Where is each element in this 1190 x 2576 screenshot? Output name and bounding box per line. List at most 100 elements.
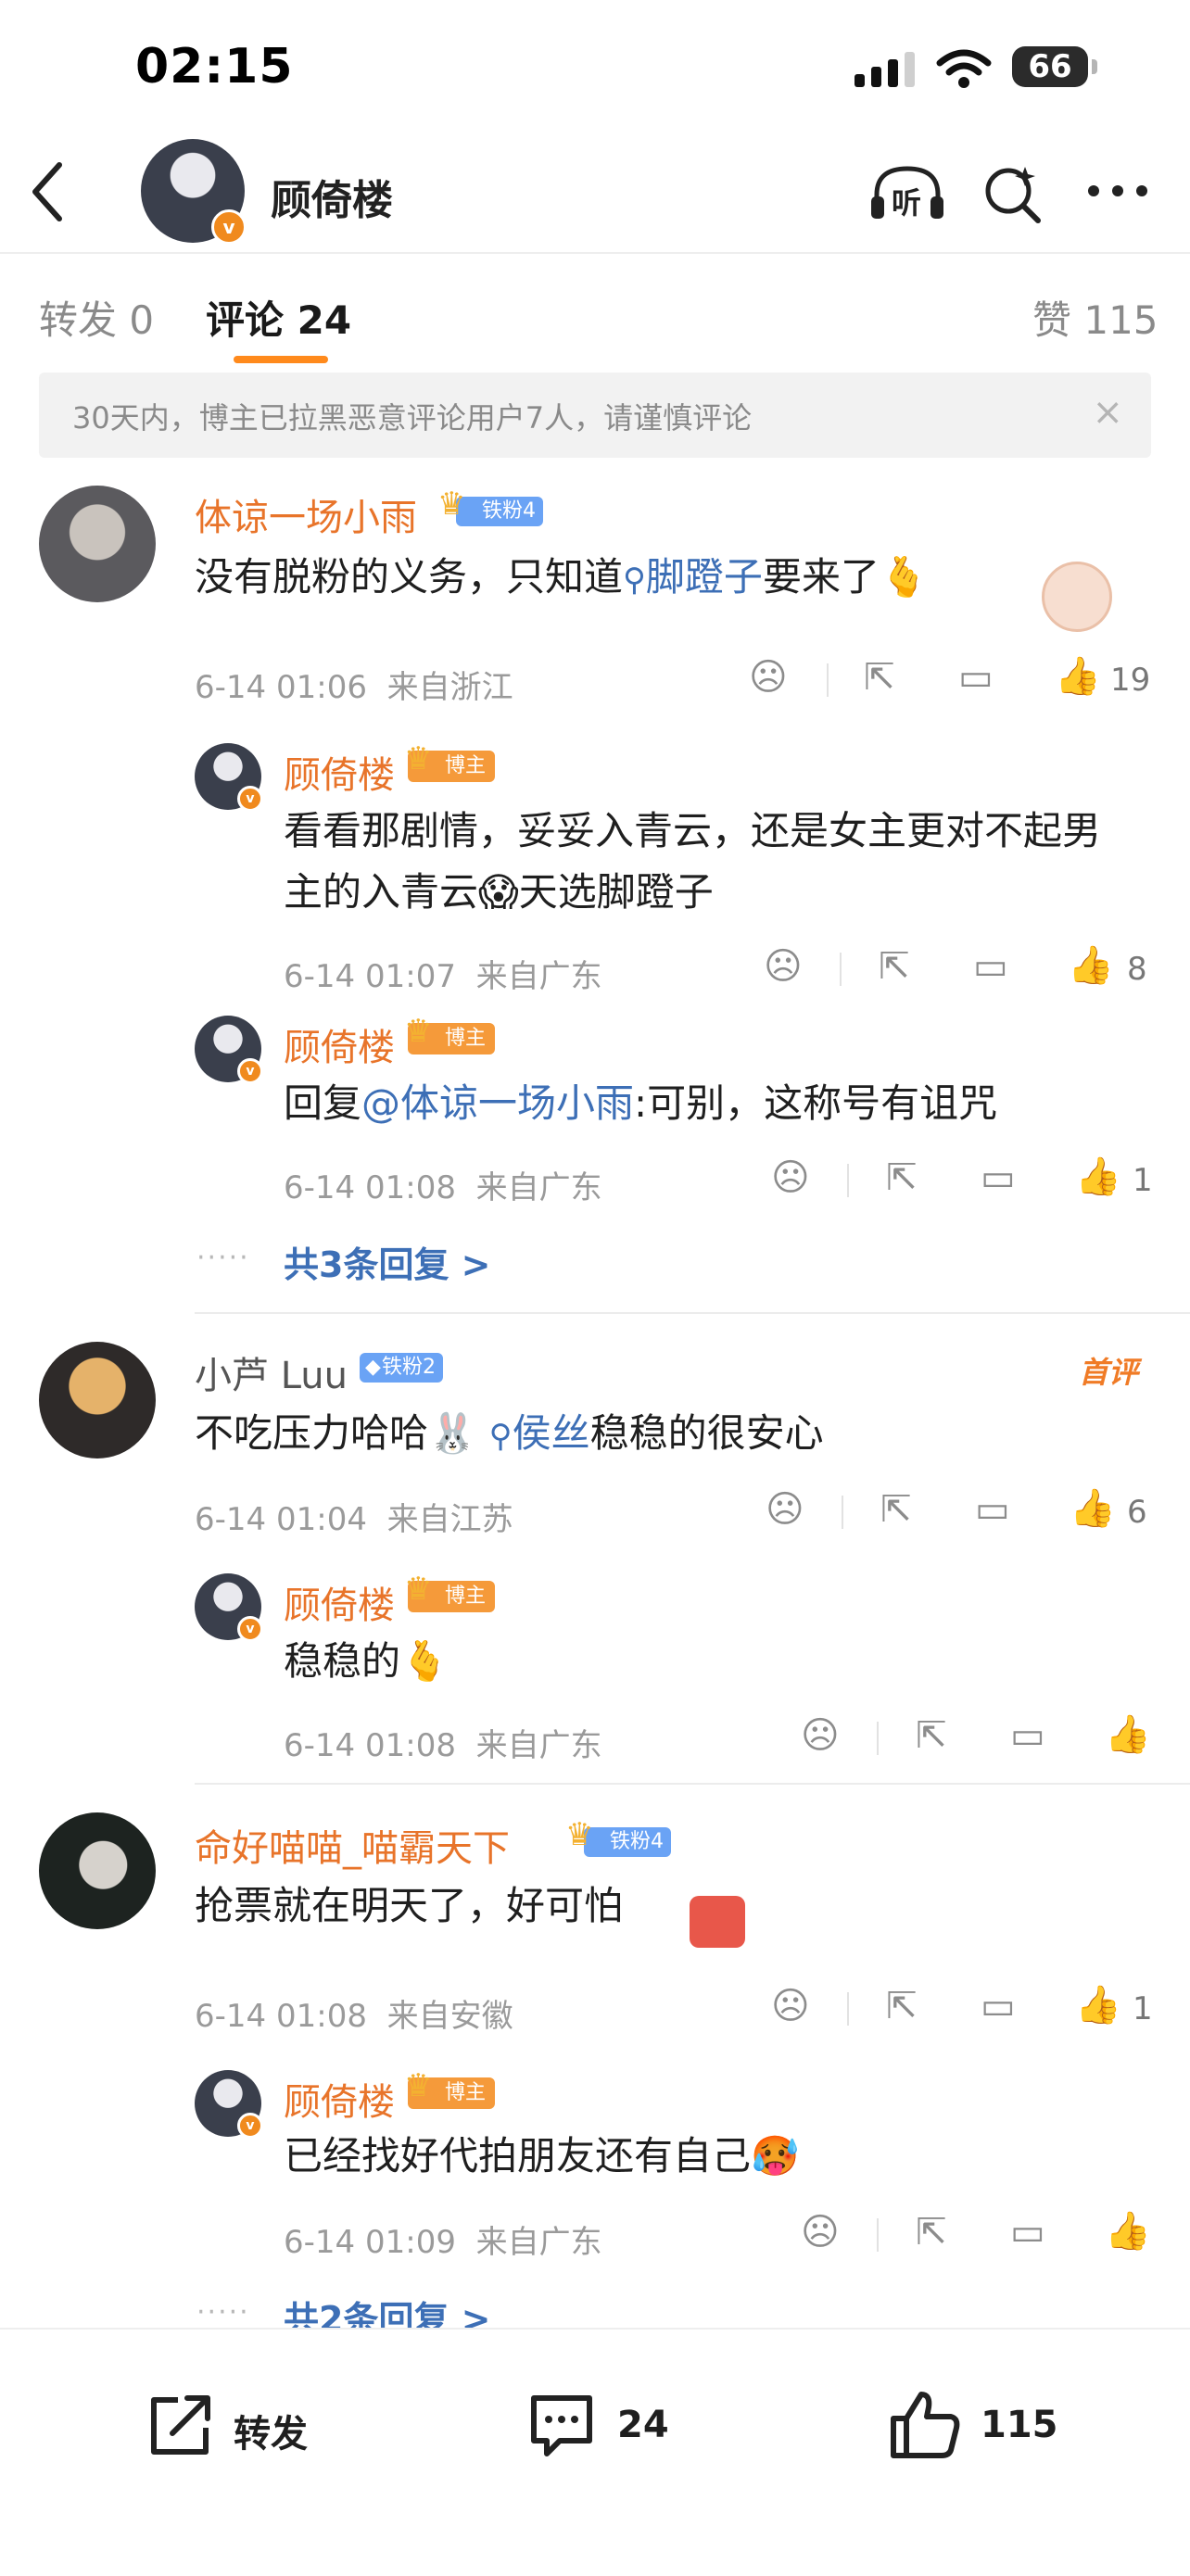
battery-tip bbox=[1092, 59, 1097, 74]
dislike-icon[interactable]: ☹ bbox=[771, 1156, 810, 1199]
status-time: 02:15 bbox=[135, 39, 294, 95]
mention-link[interactable]: @体谅一场小雨 bbox=[361, 1080, 634, 1126]
share-icon[interactable]: ⇱ bbox=[916, 1714, 947, 1757]
action-divider bbox=[842, 1496, 843, 1529]
dislike-icon[interactable]: ☹ bbox=[749, 656, 788, 699]
share-icon[interactable]: ⇱ bbox=[886, 1156, 918, 1199]
host-badge: ♛ 博主 bbox=[404, 1016, 496, 1054]
reply-icon[interactable]: ▭ bbox=[975, 1488, 1010, 1531]
dislike-icon[interactable]: ☹ bbox=[801, 2211, 840, 2254]
crown-icon: ♛ bbox=[404, 740, 433, 777]
more-icon[interactable] bbox=[1086, 182, 1149, 200]
page-title[interactable]: 顾倚楼 bbox=[271, 167, 393, 226]
share-icon[interactable]: ⇱ bbox=[916, 2211, 947, 2254]
reply-username[interactable]: 顾倚楼 bbox=[284, 2072, 395, 2126]
share-icon[interactable]: ⇱ bbox=[880, 1488, 912, 1531]
dislike-icon[interactable]: ☹ bbox=[771, 1985, 810, 2027]
avatar[interactable]: v bbox=[195, 1573, 263, 1642]
reply-username[interactable]: 顾倚楼 bbox=[284, 1575, 395, 1629]
listen-button[interactable]: 听 bbox=[869, 163, 945, 222]
like-count: 6 bbox=[1127, 1494, 1147, 1531]
dislike-icon[interactable]: ☹ bbox=[764, 945, 803, 988]
tab-repost[interactable]: 转发 0 bbox=[39, 289, 154, 346]
comment-time: 6-14 01:06 来自浙江 bbox=[195, 669, 513, 706]
avatar[interactable]: v bbox=[195, 2070, 263, 2139]
crown-icon: ♛ bbox=[404, 1571, 433, 1608]
reply-icon[interactable]: ▭ bbox=[958, 656, 994, 699]
comment-text: 没有脱粉的义务，只知道⚲脚蹬子要来了🫰 bbox=[195, 554, 929, 600]
like-count: 115 bbox=[981, 2404, 1058, 2446]
crown-icon: ♛ bbox=[404, 2067, 433, 2104]
notice-banner: 30天内，博主已拉黑恶意评论用户7人，请谨慎评论 × bbox=[39, 373, 1151, 458]
comment-text: 不吃压力哈哈🐰 ⚲侯丝稳稳的很安心 bbox=[195, 1410, 824, 1456]
like-icon[interactable]: 👍 bbox=[1055, 654, 1101, 698]
avatar[interactable] bbox=[39, 486, 156, 602]
pig-sticker-icon bbox=[1042, 562, 1112, 632]
like-button[interactable]: 115 bbox=[888, 2381, 1092, 2470]
tab-comments[interactable]: 评论 24 bbox=[206, 289, 351, 346]
comment-time: 6-14 01:04 来自江苏 bbox=[195, 1501, 513, 1538]
repost-button[interactable]: 转发 bbox=[145, 2381, 348, 2470]
comment-icon bbox=[531, 2395, 592, 2456]
reply-icon[interactable]: ▭ bbox=[981, 1985, 1016, 2027]
share-icon[interactable]: ⇱ bbox=[879, 945, 910, 988]
dislike-icon[interactable]: ☹ bbox=[766, 1488, 804, 1531]
bottom-action-bar: 转发 24 115 bbox=[0, 2328, 1190, 2576]
action-divider bbox=[877, 1722, 879, 1755]
wifi-icon bbox=[936, 49, 992, 88]
search-icon[interactable] bbox=[982, 163, 1044, 224]
notice-text: 30天内，博主已拉黑恶意评论用户7人，请谨慎评论 bbox=[72, 400, 753, 436]
reply-icon[interactable]: ▭ bbox=[981, 1156, 1016, 1199]
comment-username[interactable]: 小芦 Luu bbox=[195, 1345, 348, 1399]
share-icon[interactable]: ⇱ bbox=[864, 656, 895, 699]
crown-icon: ♛ bbox=[565, 1816, 594, 1853]
close-icon[interactable]: × bbox=[1092, 391, 1123, 434]
host-badge: ♛ 博主 bbox=[404, 1573, 496, 1612]
battery-indicator: 66 bbox=[1012, 46, 1088, 87]
like-icon[interactable]: 👍 bbox=[1068, 943, 1114, 987]
avatar[interactable] bbox=[39, 1342, 156, 1458]
like-count: 19 bbox=[1110, 662, 1151, 699]
more-replies-link[interactable]: 共3条回复 > bbox=[284, 1236, 491, 1287]
tab-likes[interactable]: 赞 115 bbox=[1032, 289, 1158, 346]
avatar[interactable] bbox=[39, 1812, 156, 1929]
crown-icon: ♛ bbox=[437, 486, 466, 523]
reply-text: 稳稳的🫰 bbox=[284, 1638, 449, 1684]
avatar[interactable]: v bbox=[195, 743, 263, 812]
diamond-icon: ◆ bbox=[365, 1356, 381, 1379]
reply-username[interactable]: 顾倚楼 bbox=[284, 745, 395, 799]
like-icon[interactable]: 👍 bbox=[1070, 1486, 1116, 1530]
reply-icon[interactable]: ▭ bbox=[1010, 2211, 1045, 2254]
topic-link[interactable]: ⚲脚蹬子 bbox=[623, 554, 763, 600]
like-icon[interactable]: 👍 bbox=[1075, 1983, 1121, 2027]
like-icon[interactable]: 👍 bbox=[1075, 1155, 1121, 1198]
reply-icon[interactable]: ▭ bbox=[973, 945, 1008, 988]
reply-time: 6-14 01:08 来自广东 bbox=[284, 1169, 602, 1206]
thread-dots: ····· bbox=[196, 2296, 250, 2329]
action-divider bbox=[877, 2218, 879, 2252]
comment-time: 6-14 01:08 来自安徽 bbox=[195, 1998, 513, 2035]
reply-icon[interactable]: ▭ bbox=[1010, 1714, 1045, 1757]
host-badge: ♛ 博主 bbox=[404, 743, 496, 782]
reply-username[interactable]: 顾倚楼 bbox=[284, 1017, 395, 1071]
like-count: 1 bbox=[1133, 1990, 1153, 2027]
fan-level-badge: ◆ 铁粉2 bbox=[360, 1353, 443, 1383]
repost-icon bbox=[151, 2395, 210, 2455]
comment-button[interactable]: 24 bbox=[525, 2381, 710, 2470]
comment-username[interactable]: 命好喵喵_喵霸天下 bbox=[195, 1818, 510, 1872]
action-divider bbox=[847, 1164, 849, 1197]
like-icon[interactable]: 👍 bbox=[1105, 1712, 1151, 1756]
action-divider bbox=[827, 663, 829, 697]
topic-link[interactable]: ⚲侯丝 bbox=[489, 1410, 590, 1456]
host-badge: ♛ 博主 bbox=[404, 2070, 496, 2109]
dislike-icon[interactable]: ☹ bbox=[801, 1714, 840, 1757]
bunny-emoji: 🐰 bbox=[428, 1410, 477, 1456]
reply-text: 回复@体谅一场小雨:可别，这称号有诅咒 bbox=[284, 1080, 998, 1126]
back-icon[interactable] bbox=[28, 159, 69, 224]
avatar[interactable]: v bbox=[195, 1016, 263, 1084]
verified-icon: v bbox=[237, 1058, 263, 1084]
share-icon[interactable]: ⇱ bbox=[886, 1985, 918, 2027]
like-icon[interactable]: 👍 bbox=[1105, 2209, 1151, 2253]
comment-username[interactable]: 体谅一场小雨 bbox=[195, 487, 417, 541]
profile-avatar[interactable]: v bbox=[141, 139, 247, 245]
